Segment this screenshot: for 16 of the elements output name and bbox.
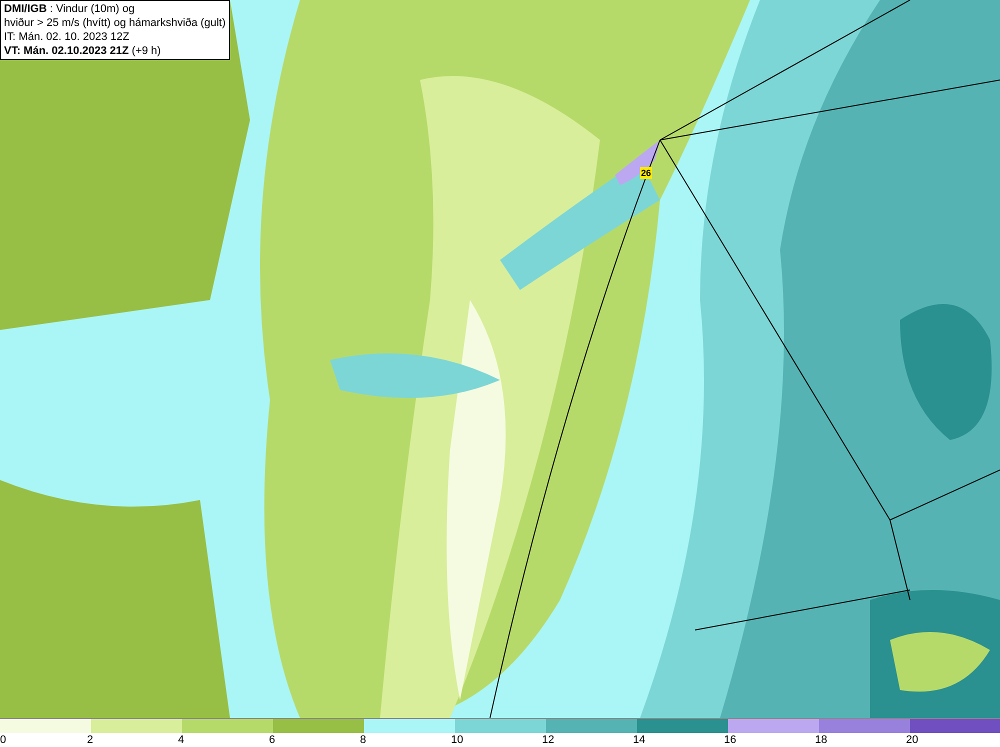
legend-tick-label: 12 (542, 733, 554, 747)
legend-tick-label: 2 (87, 733, 94, 747)
legend-tick-label: 6 (269, 733, 276, 747)
legend-tick-label: 10 (451, 733, 464, 747)
title-line: hviður > 25 m/s (hvítt) og hámarkshviða (gult) (4, 16, 226, 30)
legend-tick-label: 4 (178, 733, 184, 747)
title-line: VT: Mán. 02.10.2023 21Z (+9 h) (4, 44, 162, 58)
legend-tick-label: 20 (906, 733, 918, 747)
legend-tick-label: 18 (815, 733, 828, 747)
legend-tick-label: 14 (633, 733, 646, 747)
legend-tick-label: 16 (724, 733, 736, 747)
legend-tick-label: 8 (360, 733, 366, 747)
title-line: DMI/IGB : Vindur (10m) og (4, 2, 136, 16)
gust-label: 26 (640, 167, 652, 179)
legend-tick-label: 0 (0, 733, 6, 747)
title-line: IT: Mán. 02. 10. 2023 12Z (4, 30, 130, 44)
